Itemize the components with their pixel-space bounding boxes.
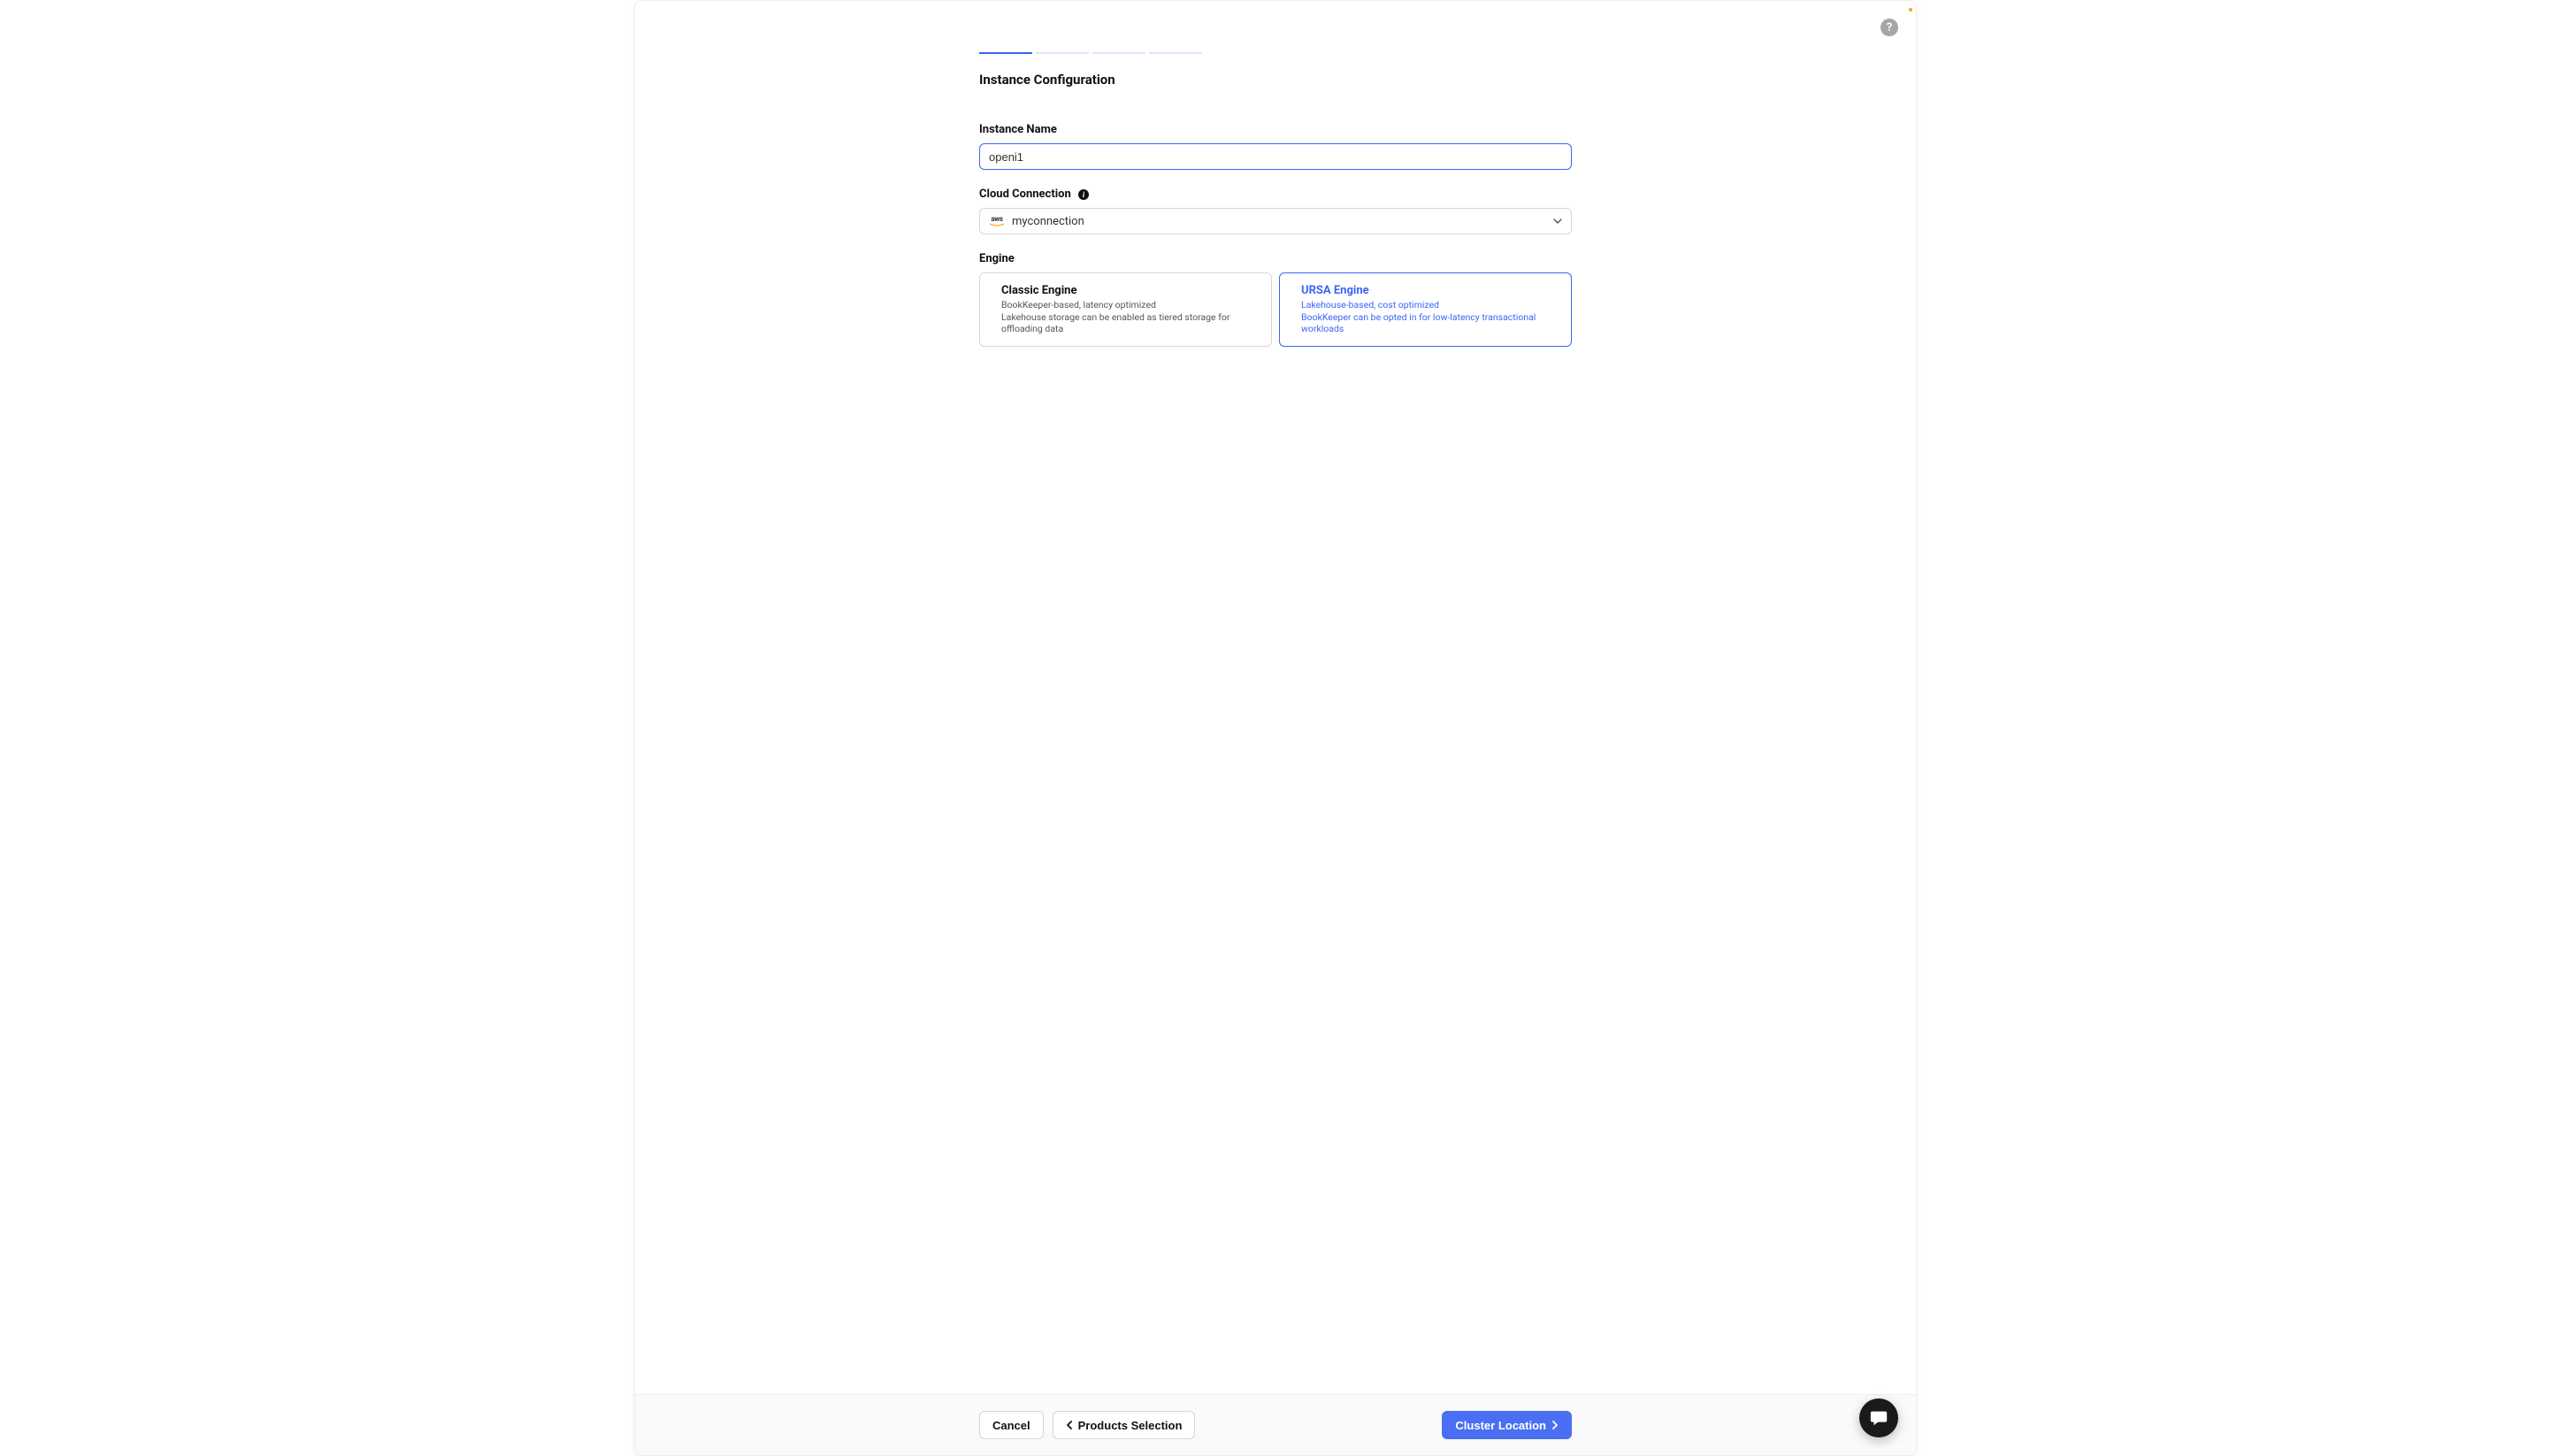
aws-smile-icon (989, 223, 1005, 226)
engine-label: Engine (979, 252, 1572, 265)
cloud-connection-select[interactable]: aws myconnection (979, 208, 1572, 234)
cloud-connection-value: myconnection (1012, 215, 1084, 228)
aws-icon: aws (989, 216, 1005, 226)
notification-dot (1909, 8, 1912, 11)
chat-widget-button[interactable] (1859, 1399, 1898, 1437)
instance-name-input[interactable] (979, 143, 1572, 170)
engine-classic-title: Classic Engine (1001, 284, 1250, 297)
chat-icon (1869, 1408, 1888, 1428)
next-button[interactable]: Cluster Location (1442, 1411, 1572, 1439)
info-icon[interactable]: i (1078, 189, 1089, 200)
engine-ursa-title: URSA Engine (1301, 284, 1550, 297)
wizard-step-3 (1092, 52, 1145, 54)
cloud-connection-label: Cloud Connection i (979, 188, 1572, 201)
footer-bar: Cancel Products Selection Cluster Locati… (635, 1394, 1916, 1455)
engine-option-classic[interactable]: Classic Engine BookKeeper-based, latency… (979, 272, 1272, 347)
wizard-step-4 (1149, 52, 1202, 54)
back-button[interactable]: Products Selection (1053, 1411, 1196, 1439)
page-title: Instance Configuration (979, 72, 1572, 88)
wizard-step-1 (979, 52, 1032, 54)
cancel-button[interactable]: Cancel (979, 1411, 1044, 1439)
chevron-left-icon (1066, 1421, 1073, 1429)
instance-name-label: Instance Name (979, 123, 1572, 136)
engine-option-ursa[interactable]: URSA Engine Lakehouse-based, cost optimi… (1279, 272, 1572, 347)
help-icon[interactable]: ? (1881, 19, 1898, 36)
engine-classic-desc: BookKeeper-based, latency optimized Lake… (1001, 299, 1250, 335)
wizard-step-2 (1036, 52, 1089, 54)
chevron-right-icon (1551, 1421, 1559, 1429)
engine-ursa-desc: Lakehouse-based, cost optimized BookKeep… (1301, 299, 1550, 335)
wizard-progress (979, 52, 1572, 54)
